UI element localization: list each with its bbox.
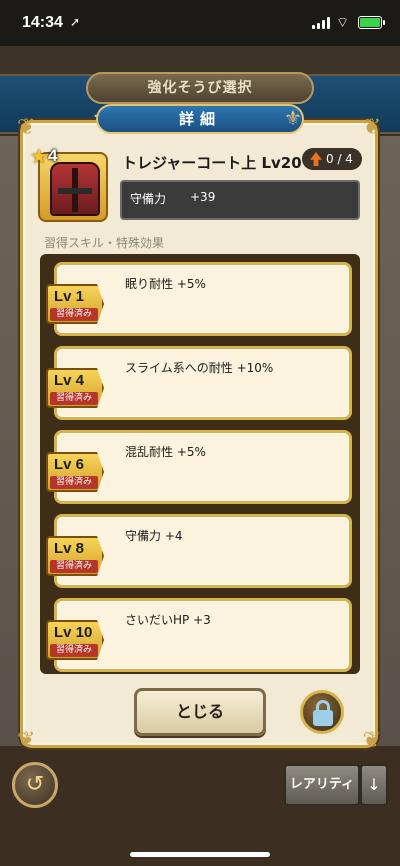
skill-level: Lv 4 bbox=[54, 372, 85, 389]
acquired-badge: 習得済み bbox=[50, 476, 98, 489]
skill-row: さいだいHP +3 Lv 10 習得済み bbox=[46, 598, 354, 672]
home-indicator[interactable] bbox=[130, 852, 270, 857]
lock-toggle-button[interactable] bbox=[300, 690, 344, 734]
item-star-count: 4 bbox=[48, 146, 58, 165]
status-time: 14:34 bbox=[22, 14, 63, 31]
skill-effect: 混乱耐性 +5% bbox=[125, 445, 206, 459]
corner-ornament-icon: ❦ bbox=[17, 728, 36, 753]
upgrade-count: 0 / 4 bbox=[326, 152, 353, 166]
cellular-signal-icon bbox=[312, 17, 330, 29]
skill-level: Lv 8 bbox=[54, 540, 85, 557]
upgrade-arrow-icon bbox=[310, 152, 322, 166]
level-tag: Lv 4 習得済み bbox=[46, 368, 104, 408]
level-tag: Lv 1 習得済み bbox=[46, 284, 104, 324]
location-icon: ➚ bbox=[70, 15, 81, 29]
skill-level: Lv 10 bbox=[54, 624, 93, 641]
stat-value: +39 bbox=[190, 190, 216, 204]
skill-row: スライム系への耐性 +10% Lv 4 習得済み bbox=[46, 346, 354, 420]
rarity-sort-button[interactable]: レアリティ bbox=[284, 764, 360, 806]
skill-effect: さいだいHP +3 bbox=[125, 613, 211, 627]
screen-title: 強化そうび選択 bbox=[86, 72, 314, 104]
item-name: トレジャーコート上 Lv20 bbox=[122, 154, 302, 172]
corner-ornament-icon: ❦ bbox=[362, 115, 381, 140]
stat-label: 守備力 bbox=[130, 192, 167, 206]
section-label: 習得スキル・特殊効果 bbox=[44, 236, 165, 250]
bg-top-band bbox=[0, 46, 400, 74]
wifi-icon: ⌔ bbox=[336, 15, 350, 31]
skill-row: 守備力 +4 Lv 8 習得済み bbox=[46, 514, 354, 588]
header-ornament-right-icon: ⚜ bbox=[284, 106, 302, 130]
skill-effect: スライム系への耐性 +10% bbox=[125, 361, 274, 375]
acquired-badge: 習得済み bbox=[50, 392, 98, 405]
back-button[interactable]: ↺ bbox=[12, 762, 58, 808]
modal-title: 詳細 bbox=[96, 104, 304, 134]
status-bar: 14:34 ➚ ⌔ bbox=[0, 0, 400, 46]
acquired-badge: 習得済み bbox=[50, 308, 98, 321]
skill-list[interactable]: 眠り耐性 +5% Lv 1 習得済み スライム系への耐性 +10% Lv 4 習… bbox=[40, 254, 360, 674]
skill-effect: 眠り耐性 +5% bbox=[125, 277, 206, 291]
skill-level: Lv 1 bbox=[54, 288, 85, 305]
acquired-badge: 習得済み bbox=[50, 560, 98, 573]
stat-box: 守備力 +39 bbox=[120, 180, 360, 220]
sort-order-button[interactable]: ↓ bbox=[360, 764, 388, 806]
upgrade-count-badge: 0 / 4 bbox=[302, 148, 362, 170]
skill-effect: 守備力 +4 bbox=[125, 529, 183, 543]
star-icon: ★ bbox=[30, 144, 48, 168]
level-tag: Lv 8 習得済み bbox=[46, 536, 104, 576]
corner-ornament-icon: ❦ bbox=[17, 115, 36, 140]
skill-row: 眠り耐性 +5% Lv 1 習得済み bbox=[46, 262, 354, 336]
acquired-badge: 習得済み bbox=[50, 644, 98, 657]
level-tag: Lv 10 習得済み bbox=[46, 620, 104, 660]
level-tag: Lv 6 習得済み bbox=[46, 452, 104, 492]
skill-level: Lv 6 bbox=[54, 456, 85, 473]
skill-row: 混乱耐性 +5% Lv 6 習得済み bbox=[46, 430, 354, 504]
corner-ornament-icon: ❦ bbox=[362, 728, 381, 753]
battery-icon bbox=[358, 16, 385, 29]
close-button[interactable]: とじる bbox=[134, 688, 266, 736]
